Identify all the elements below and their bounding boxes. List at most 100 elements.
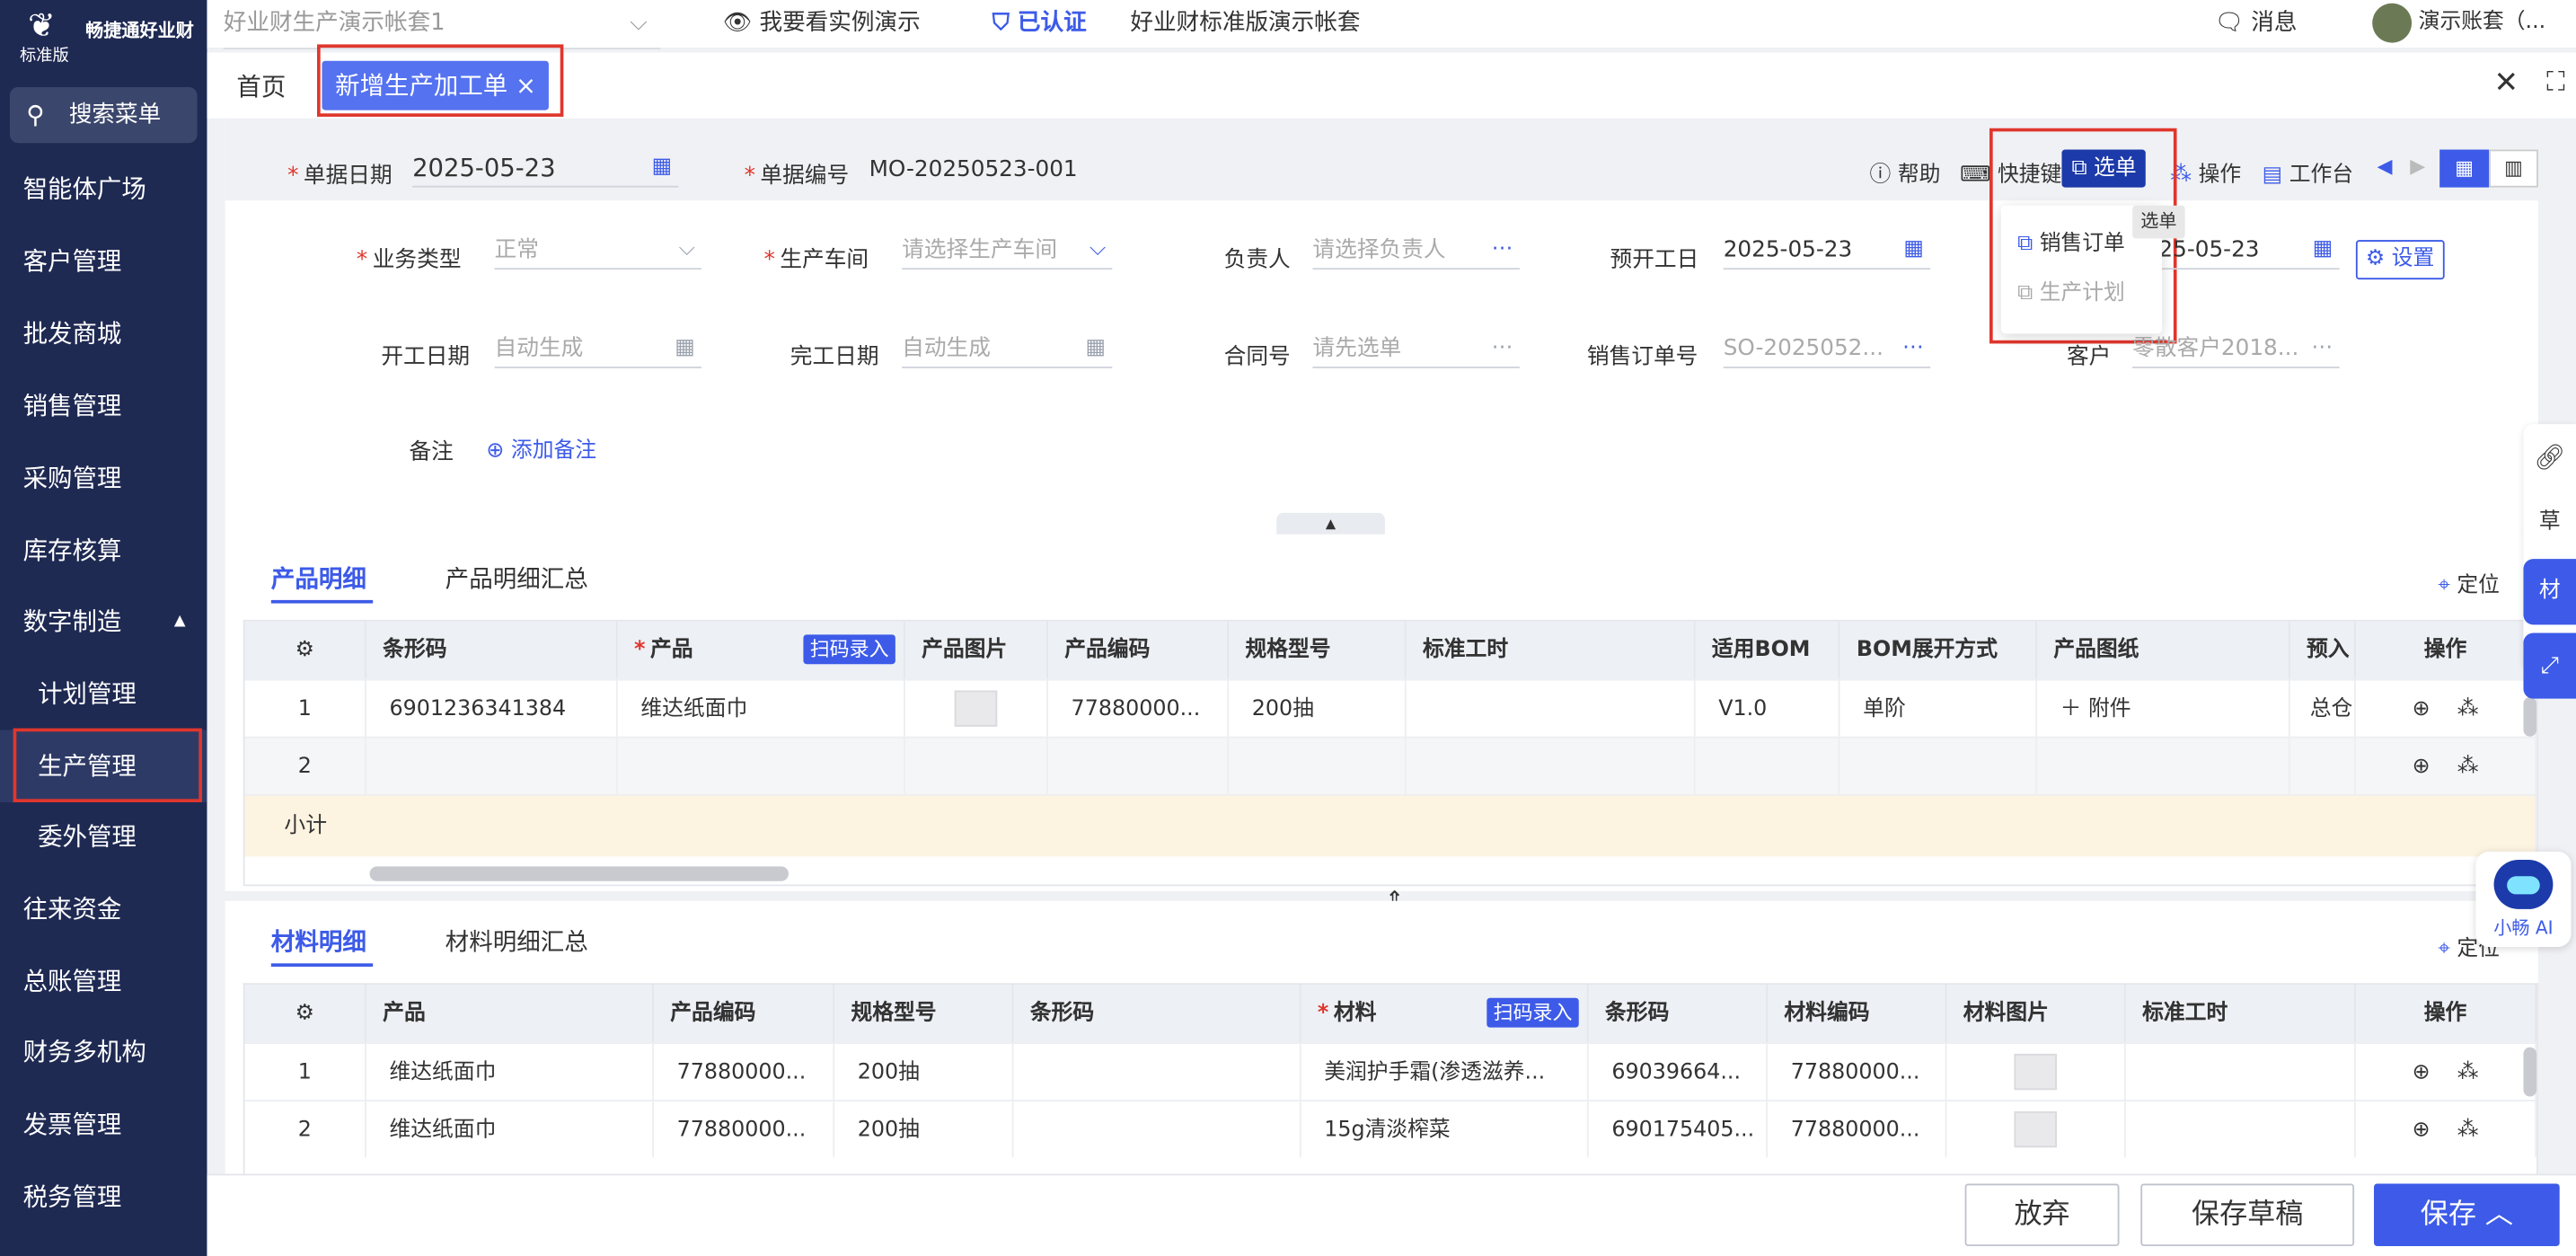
cell-drawing[interactable]: [2037, 736, 2290, 794]
biz-type-select[interactable]: 正常 ⌵: [494, 230, 702, 270]
customer-field[interactable]: 零散客户2018... ⋯: [2132, 329, 2340, 368]
select-button[interactable]: ⧉ 选单: [2061, 149, 2147, 188]
cell-spec[interactable]: [1229, 736, 1407, 794]
cell-material[interactable]: 15g清淡榨菜: [1301, 1100, 1589, 1158]
cell-std-hours[interactable]: [1406, 736, 1696, 794]
fullscreen-icon[interactable]: ⛶: [2546, 66, 2564, 99]
messages-button[interactable]: 🗨︎ 消息: [2215, 0, 2298, 49]
sidebar-item-ledger[interactable]: 总账管理: [0, 945, 207, 1018]
close-all-icon[interactable]: ✕: [2494, 66, 2519, 100]
grid-icon[interactable]: ⁂: [2457, 697, 2479, 721]
close-icon[interactable]: ×: [516, 71, 536, 101]
scan-entry-button[interactable]: 扫码录入: [1486, 997, 1579, 1028]
tab-product-detail[interactable]: 产品明细: [271, 561, 366, 595]
tab-product-summary[interactable]: 产品明细汇总: [446, 561, 588, 595]
cell-product[interactable]: [617, 736, 905, 794]
account-select[interactable]: 好业财生产演示帐套1 ⌵: [223, 0, 661, 49]
cell-code[interactable]: [1047, 736, 1230, 794]
collapse-toggle[interactable]: ▲: [1276, 512, 1385, 535]
sidebar-item-tax[interactable]: 税务管理: [0, 1161, 207, 1234]
date-field[interactable]: 2025-05-23 ▦: [412, 148, 679, 188]
sidebar-item-sales[interactable]: 销售管理: [0, 370, 207, 443]
card-view-icon[interactable]: ▦: [2439, 149, 2490, 188]
add-row-icon[interactable]: ⊕: [2413, 755, 2430, 779]
ops-button[interactable]: ⁂ 操作: [2170, 156, 2241, 187]
cell-material-barcode[interactable]: 690175405...: [1588, 1100, 1769, 1158]
cell-pre[interactable]: 总仓: [2289, 678, 2356, 737]
cell-spec[interactable]: 200抽: [1229, 678, 1407, 737]
next-icon[interactable]: ▶: [2410, 155, 2425, 178]
column-settings-icon[interactable]: ⚙: [244, 985, 366, 1043]
tab-home[interactable]: 首页: [236, 69, 286, 103]
add-row-icon[interactable]: ⊕: [2413, 1118, 2430, 1142]
help-button[interactable]: ⓘ 帮助: [1869, 156, 1940, 187]
cell-bom-mode[interactable]: 单阶: [1839, 678, 2038, 737]
sidebar-item-outsource[interactable]: 委外管理: [0, 800, 207, 873]
owner-field[interactable]: 请选择负责人 ⋯: [1312, 230, 1520, 270]
cell-pre[interactable]: [2289, 736, 2356, 794]
cell-bom[interactable]: [1695, 736, 1840, 794]
cell-product[interactable]: 维达纸面巾: [366, 1100, 654, 1158]
finish-field[interactable]: 自动生成 ▦: [902, 329, 1113, 368]
grid-icon[interactable]: ⁂: [2457, 1118, 2479, 1142]
discard-button[interactable]: 放弃: [1964, 1183, 2120, 1247]
tab-material-detail[interactable]: 材料明细: [271, 924, 366, 958]
draft-icon[interactable]: 草: [2523, 493, 2576, 553]
cell-image[interactable]: [904, 678, 1048, 737]
cell-image[interactable]: [904, 736, 1048, 794]
sidebar-item-crm[interactable]: 客户管理: [0, 226, 207, 298]
dropdown-item-sales-order[interactable]: ⧉ 销售订单: [2017, 226, 2125, 256]
locate-button[interactable]: ⌖ 定位: [2438, 567, 2500, 598]
cell-material-barcode[interactable]: 69039664...: [1588, 1042, 1769, 1101]
expand-icon[interactable]: ⤢: [2523, 632, 2576, 699]
shortcut-button[interactable]: ⌨ 快捷键: [1960, 156, 2061, 187]
material-tool-button[interactable]: 材: [2523, 559, 2576, 625]
attachment-icon[interactable]: 🔗︎: [2523, 428, 2576, 487]
add-remark-button[interactable]: ⊕ 添加备注: [486, 432, 596, 464]
sidebar-item-plan[interactable]: 计划管理: [0, 658, 207, 730]
cell-material[interactable]: 美润护手霜(渗透滋养...: [1301, 1042, 1589, 1101]
horizontal-scrollbar[interactable]: [369, 866, 789, 881]
sidebar-item-purchase[interactable]: 采购管理: [0, 442, 207, 515]
cell-material-image[interactable]: [1946, 1042, 2126, 1101]
cell-product[interactable]: 维达纸面巾: [366, 1042, 654, 1101]
cell-material-code[interactable]: 77880000...: [1768, 1042, 1947, 1101]
cell-std-hours[interactable]: [2125, 1042, 2356, 1101]
cell-barcode[interactable]: [1013, 1100, 1301, 1158]
sidebar-item-mfg[interactable]: 数字制造 ▲: [0, 585, 207, 658]
save-draft-button[interactable]: 保存草稿: [2140, 1183, 2355, 1247]
cell-std-hours[interactable]: [1406, 678, 1696, 737]
plan-start-field[interactable]: 2025-05-23 ▦: [1723, 230, 1931, 270]
user-menu[interactable]: 演示账套（...: [2372, 0, 2545, 49]
more-icon[interactable]: ⋯: [1492, 329, 1513, 367]
list-view-icon[interactable]: ▥: [2489, 149, 2538, 188]
cell-product[interactable]: 维达纸面巾: [617, 678, 905, 737]
cell-spec[interactable]: 200抽: [834, 1100, 1014, 1158]
cell-barcode[interactable]: 6901236341384: [366, 678, 618, 737]
sidebar-item-inventory[interactable]: 库存核算: [0, 515, 207, 588]
sidebar-item-mall[interactable]: 批发商城: [0, 297, 207, 370]
save-button[interactable]: 保存 ︿: [2374, 1183, 2560, 1247]
grid-icon[interactable]: ⁂: [2457, 755, 2479, 779]
vertical-scrollbar[interactable]: [2523, 696, 2537, 737]
more-icon[interactable]: ⋯: [1902, 329, 1924, 367]
plan-end-field[interactable]: 25-05-23 ▦: [2158, 230, 2340, 270]
cell-barcode[interactable]: [366, 736, 618, 794]
sidebar-item-multi[interactable]: 财务多机构: [0, 1016, 207, 1089]
search-menu-button[interactable]: ⚲ 搜索菜单: [9, 86, 198, 144]
sidebar-item-agent[interactable]: 智能体广场: [0, 153, 207, 226]
cell-bom[interactable]: V1.0: [1695, 678, 1840, 737]
cell-spec[interactable]: 200抽: [834, 1042, 1014, 1101]
workshop-select[interactable]: 请选择生产车间 ⌵: [902, 230, 1113, 270]
ai-assistant-button[interactable]: 小畅 AI: [2475, 851, 2572, 947]
cell-barcode[interactable]: [1013, 1042, 1301, 1101]
settings-button[interactable]: ⚙ 设置: [2355, 240, 2445, 280]
cell-material-code[interactable]: 77880000...: [1768, 1100, 1947, 1158]
prev-icon[interactable]: ◀: [2378, 155, 2393, 178]
cell-code[interactable]: 77880000...: [1047, 678, 1230, 737]
cell-bom-mode[interactable]: [1839, 736, 2038, 794]
cell-drawing[interactable]: ＋ 附件: [2037, 678, 2290, 737]
vertical-scrollbar[interactable]: [2523, 1047, 2537, 1097]
cell-std-hours[interactable]: [2125, 1100, 2356, 1158]
scan-entry-button[interactable]: 扫码录入: [803, 634, 895, 665]
